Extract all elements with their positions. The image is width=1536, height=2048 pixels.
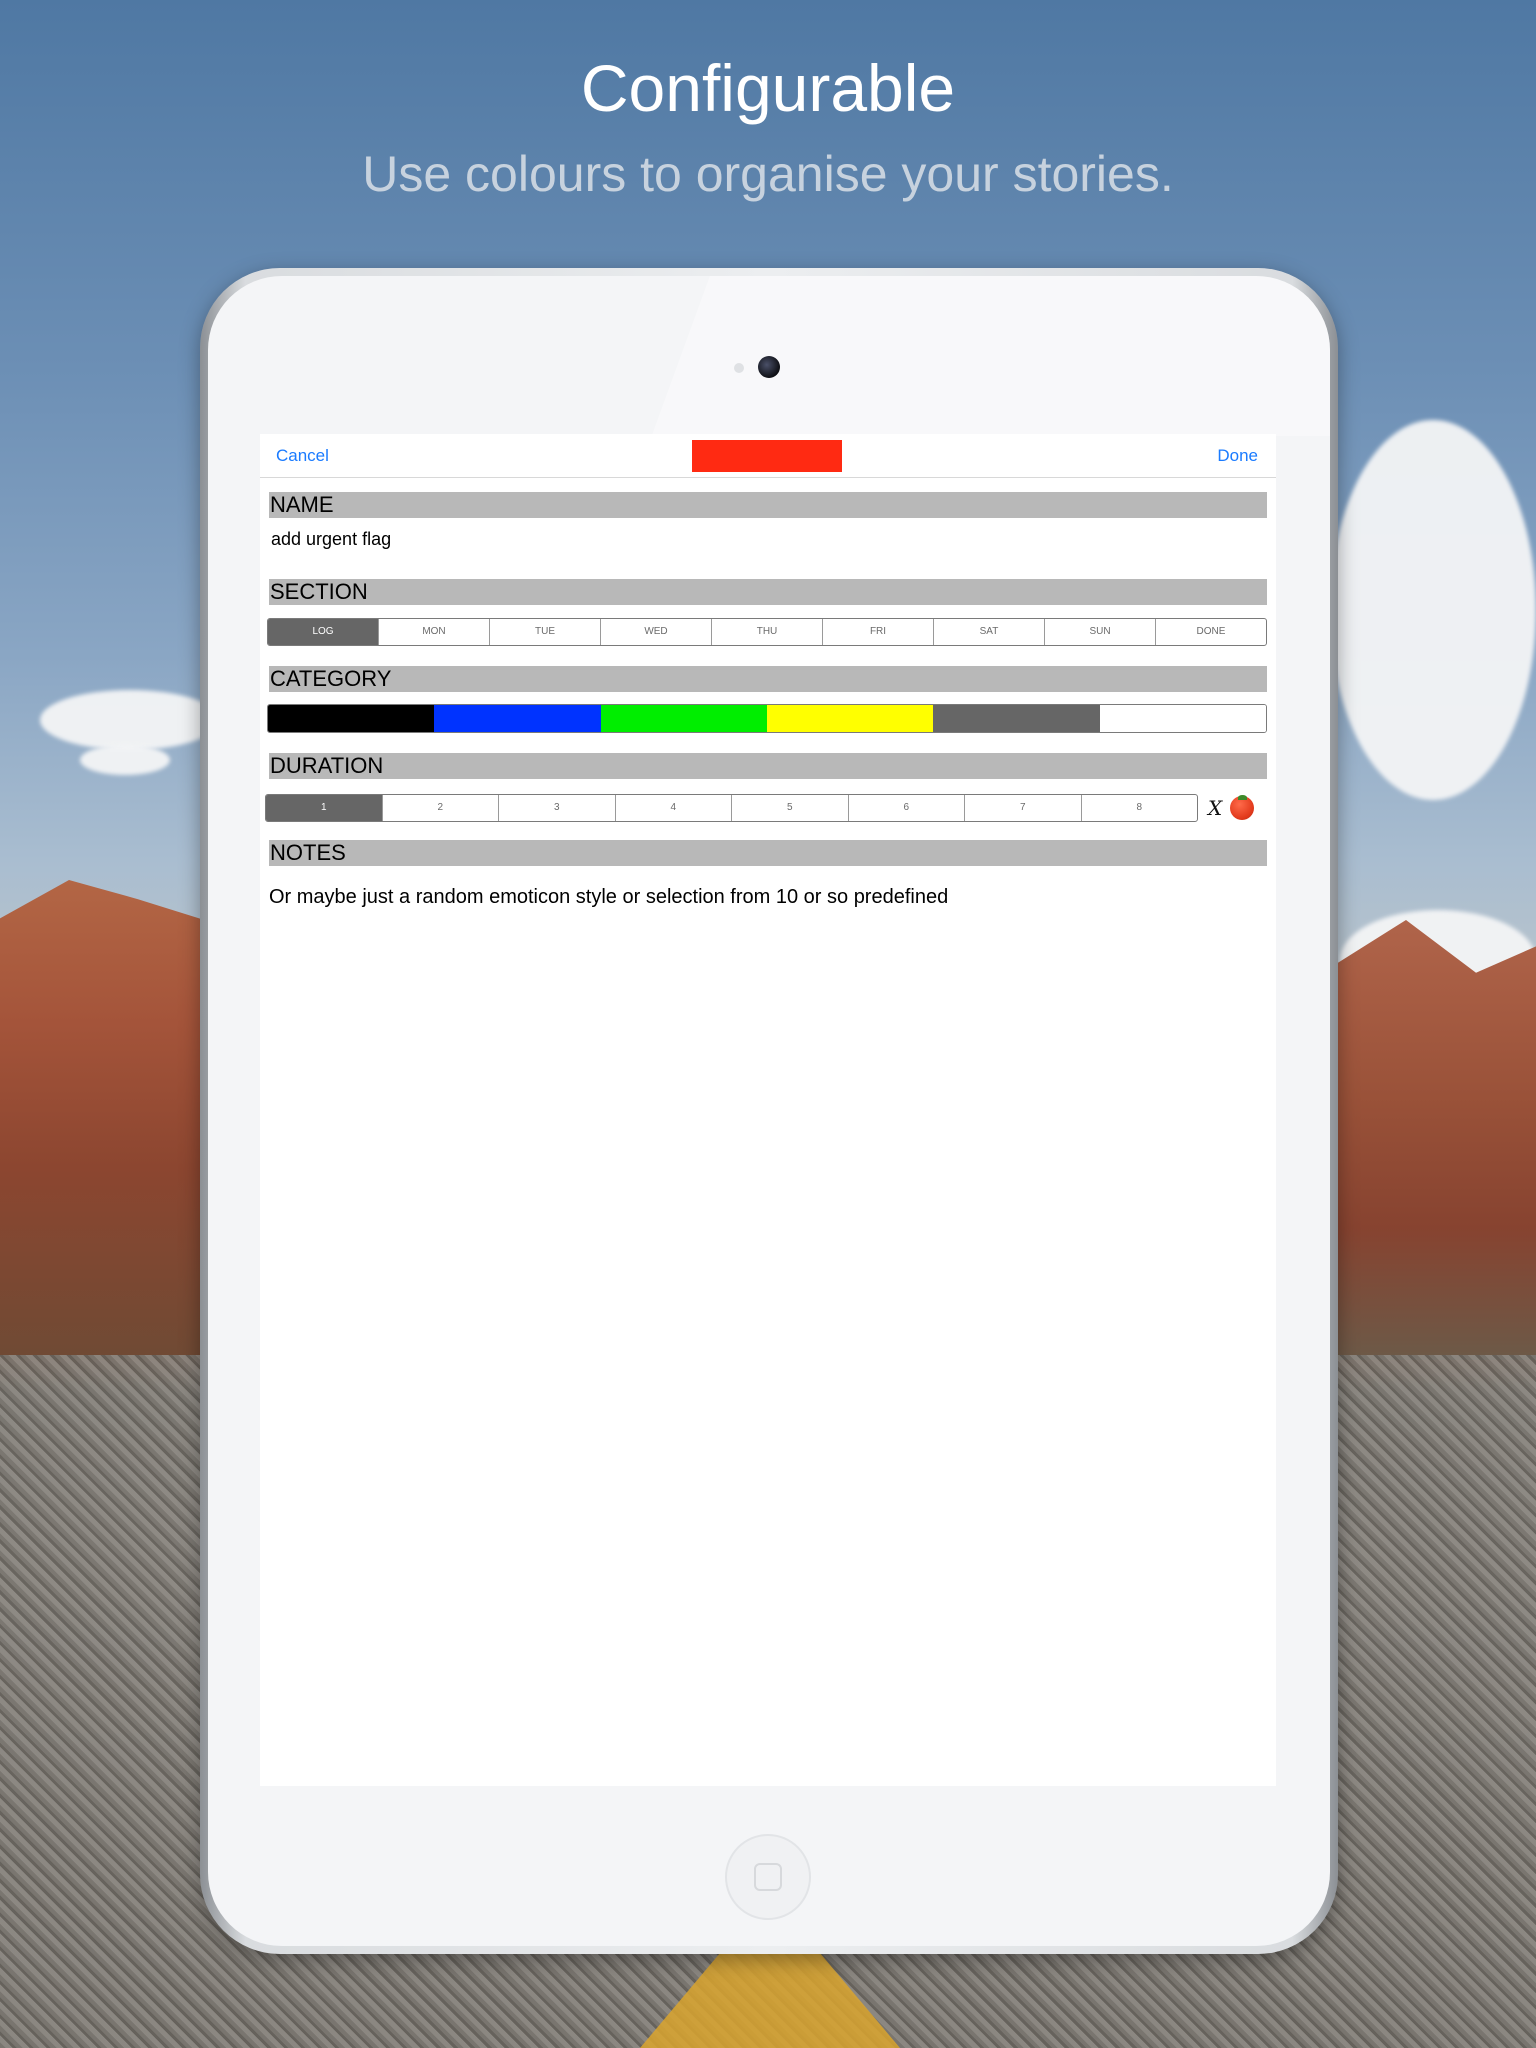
camera-icon	[758, 356, 780, 378]
section-option-wed[interactable]: WED	[600, 619, 711, 645]
section-header: SECTION	[269, 579, 1267, 605]
cancel-button[interactable]: Cancel	[276, 446, 329, 466]
category-swatch-gray[interactable]	[933, 705, 1100, 732]
bezel-sheen	[651, 276, 1330, 436]
promo-title: Configurable	[580, 51, 956, 125]
urgent-flag-color[interactable]	[692, 440, 842, 472]
cloud	[80, 745, 170, 775]
category-color-picker	[267, 704, 1267, 733]
section-option-tue[interactable]: TUE	[489, 619, 600, 645]
notes-header: NOTES	[269, 840, 1267, 866]
category-swatch-yellow[interactable]	[766, 705, 934, 732]
duration-option-4[interactable]: 4	[614, 795, 732, 821]
category-swatch-white[interactable]	[1099, 705, 1266, 732]
name-field[interactable]: add urgent flag	[271, 529, 391, 550]
duration-option-2[interactable]: 2	[381, 795, 499, 821]
notes-field[interactable]: Or maybe just a random emoticon style or…	[269, 886, 948, 909]
category-header: CATEGORY	[269, 666, 1267, 692]
cloud	[1330, 420, 1536, 800]
duration-segmented-control: 1 2 3 4 5 6 7 8	[265, 794, 1198, 822]
tomato-icon[interactable]	[1230, 795, 1254, 820]
category-swatch-green[interactable]	[600, 705, 767, 732]
promo-subtitle: Use colours to organise your stories.	[362, 146, 1174, 202]
rock-formation	[1336, 920, 1536, 1360]
section-option-thu[interactable]: THU	[711, 619, 822, 645]
section-option-mon[interactable]: MON	[378, 619, 489, 645]
duration-option-6[interactable]: 6	[847, 795, 965, 821]
section-option-done[interactable]: DONE	[1155, 619, 1266, 645]
section-option-fri[interactable]: FRI	[822, 619, 933, 645]
section-option-sat[interactable]: SAT	[933, 619, 1044, 645]
rock-formation	[0, 880, 230, 1360]
done-button[interactable]: Done	[1217, 446, 1258, 466]
cloud	[40, 690, 220, 750]
tablet-device: Cancel Done NAME add urgent flag SECTION…	[200, 268, 1338, 1954]
name-header: NAME	[269, 492, 1267, 518]
section-option-log[interactable]: LOG	[268, 619, 378, 645]
sensor-icon	[734, 363, 744, 373]
duration-option-3[interactable]: 3	[498, 795, 615, 821]
home-button[interactable]	[725, 1834, 811, 1920]
duration-option-1[interactable]: 1	[266, 795, 382, 821]
duration-header: DURATION	[269, 753, 1267, 779]
tablet-bezel: Cancel Done NAME add urgent flag SECTION…	[208, 276, 1330, 1946]
navigation-bar: Cancel Done	[260, 434, 1276, 478]
app-screen: Cancel Done NAME add urgent flag SECTION…	[260, 434, 1276, 1786]
section-option-sun[interactable]: SUN	[1044, 619, 1155, 645]
clear-duration-icon[interactable]: X	[1208, 796, 1222, 820]
category-swatch-blue[interactable]	[434, 705, 601, 732]
section-segmented-control: LOG MON TUE WED THU FRI SAT SUN DONE	[267, 618, 1267, 646]
category-swatch-black[interactable]	[268, 705, 435, 732]
home-square-icon	[754, 1863, 782, 1891]
duration-option-5[interactable]: 5	[731, 795, 848, 821]
duration-option-7[interactable]: 7	[964, 795, 1081, 821]
duration-option-8[interactable]: 8	[1080, 795, 1198, 821]
